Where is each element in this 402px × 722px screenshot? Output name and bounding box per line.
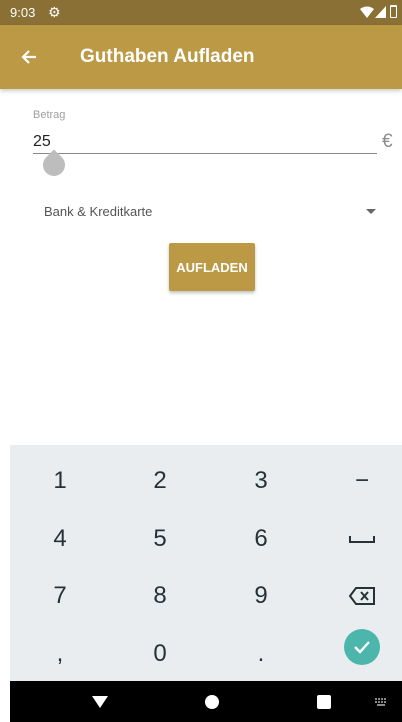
key-4[interactable]: 4 <box>20 511 100 567</box>
key-space[interactable] <box>322 511 402 567</box>
gear-icon: ⚙ <box>48 4 61 20</box>
currency-symbol: € <box>382 131 393 152</box>
key-minus[interactable]: − <box>322 453 402 509</box>
key-9[interactable]: 9 <box>221 568 301 624</box>
topup-button[interactable]: AUFLADEN <box>169 243 255 291</box>
key-1[interactable]: 1 <box>20 453 100 509</box>
nav-recents-icon[interactable] <box>317 695 331 709</box>
arrow-left-icon[interactable] <box>16 43 44 71</box>
nav-back-icon[interactable] <box>92 696 108 708</box>
checkmark-icon <box>354 641 370 654</box>
key-6[interactable]: 6 <box>221 511 301 567</box>
battery-icon <box>390 5 397 18</box>
signal-icon <box>375 6 386 18</box>
page-title: Guthaben Aufladen <box>80 46 255 67</box>
amount-label: Betrag <box>33 109 66 121</box>
status-bar: 9:03 ⚙ <box>0 0 402 25</box>
text-cursor-handle[interactable] <box>38 149 70 181</box>
amount-underline <box>33 153 377 154</box>
key-comma[interactable]: , <box>20 626 100 682</box>
key-period[interactable]: . <box>221 626 301 682</box>
keyboard-switch-icon[interactable] <box>375 698 387 706</box>
dropdown-arrow-icon <box>366 209 376 214</box>
backspace-icon <box>349 587 375 605</box>
space-icon <box>349 536 375 543</box>
key-8[interactable]: 8 <box>120 568 200 624</box>
payment-method-select[interactable]: Bank & Kreditkarte <box>33 196 385 228</box>
key-7[interactable]: 7 <box>20 568 100 624</box>
wifi-icon <box>360 6 374 18</box>
app-bar: Guthaben Aufladen <box>0 25 402 89</box>
key-2[interactable]: 2 <box>120 453 200 509</box>
payment-method-value: Bank & Kreditkarte <box>44 204 153 219</box>
done-key[interactable] <box>344 629 380 665</box>
screen: 9:03 ⚙ Guthaben Aufladen Betrag 25 € Ban… <box>0 0 402 722</box>
key-3[interactable]: 3 <box>221 453 301 509</box>
amount-input[interactable]: 25 <box>33 133 51 151</box>
key-5[interactable]: 5 <box>120 511 200 567</box>
key-backspace[interactable] <box>322 568 402 624</box>
nav-home-icon[interactable] <box>205 695 219 709</box>
numeric-keyboard: 1 2 3 − 4 5 6 7 8 9 , 0 . <box>10 445 402 681</box>
key-0[interactable]: 0 <box>120 626 200 682</box>
status-time: 9:03 <box>10 5 36 20</box>
navigation-bar <box>10 681 402 722</box>
